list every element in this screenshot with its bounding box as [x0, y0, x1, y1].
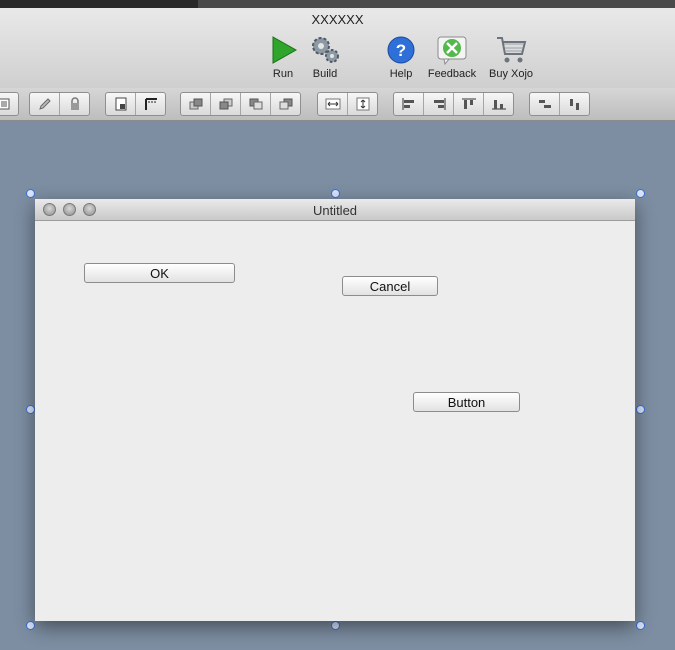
align-group [393, 92, 514, 116]
fill-group [317, 92, 378, 116]
arrange-group [180, 92, 301, 116]
resize-handle-top-left[interactable] [26, 189, 35, 198]
fill-width-icon[interactable] [318, 93, 348, 115]
build-icon [312, 37, 339, 63]
lock-icon[interactable] [60, 93, 89, 115]
buy-xojo-label: Buy Xojo [488, 68, 534, 80]
buy-xojo-button[interactable]: Buy Xojo [484, 34, 538, 80]
feedback-button[interactable]: Feedback [425, 34, 479, 80]
window-title: XXXXXX [311, 12, 364, 27]
help-label: Help [389, 68, 413, 80]
generic-button[interactable]: Button [413, 392, 520, 412]
layout-toolbar [0, 88, 675, 121]
edit-lock-group [29, 92, 90, 116]
design-window-title: Untitled [312, 203, 358, 218]
send-to-back-icon[interactable] [271, 93, 300, 115]
list-icon[interactable] [0, 93, 18, 115]
design-window-titlebar: Untitled [35, 199, 635, 221]
view-group [0, 92, 19, 116]
cancel-button[interactable]: Cancel [342, 276, 438, 296]
resize-handle-top-right[interactable] [636, 189, 645, 198]
ok-button[interactable]: OK [84, 263, 235, 283]
bring-forward-icon[interactable] [181, 93, 211, 115]
feedback-label: Feedback [427, 68, 477, 80]
grid-icon[interactable] [136, 93, 165, 115]
resize-handle-top[interactable] [331, 189, 340, 198]
align-right-icon[interactable] [424, 93, 454, 115]
resize-handle-left[interactable] [26, 405, 35, 414]
order-grid-group [105, 92, 166, 116]
run-icon [272, 36, 298, 64]
tab-order-icon[interactable] [106, 93, 136, 115]
build-button[interactable]: Build [298, 34, 352, 80]
design-window[interactable]: Untitled OK Cancel Button [35, 199, 635, 621]
cart-icon [497, 37, 527, 63]
resize-handle-bottom[interactable] [331, 621, 340, 630]
distribute-horizontal-icon[interactable] [530, 93, 560, 115]
help-icon: ? [387, 36, 415, 64]
svg-text:?: ? [396, 41, 406, 60]
feedback-icon [437, 36, 467, 66]
resize-handle-bottom-right[interactable] [636, 621, 645, 630]
help-button[interactable]: ? Help [374, 34, 428, 80]
resize-handle-right[interactable] [636, 405, 645, 414]
resize-handle-bottom-left[interactable] [26, 621, 35, 630]
align-top-icon[interactable] [454, 93, 484, 115]
align-bottom-icon[interactable] [484, 93, 513, 115]
distribute-vertical-icon[interactable] [560, 93, 589, 115]
send-backward-icon[interactable] [241, 93, 271, 115]
fill-height-icon[interactable] [348, 93, 377, 115]
pencil-icon[interactable] [30, 93, 60, 115]
distribute-group [529, 92, 590, 116]
bring-to-front-icon[interactable] [211, 93, 241, 115]
build-label: Build [312, 68, 338, 80]
align-left-icon[interactable] [394, 93, 424, 115]
